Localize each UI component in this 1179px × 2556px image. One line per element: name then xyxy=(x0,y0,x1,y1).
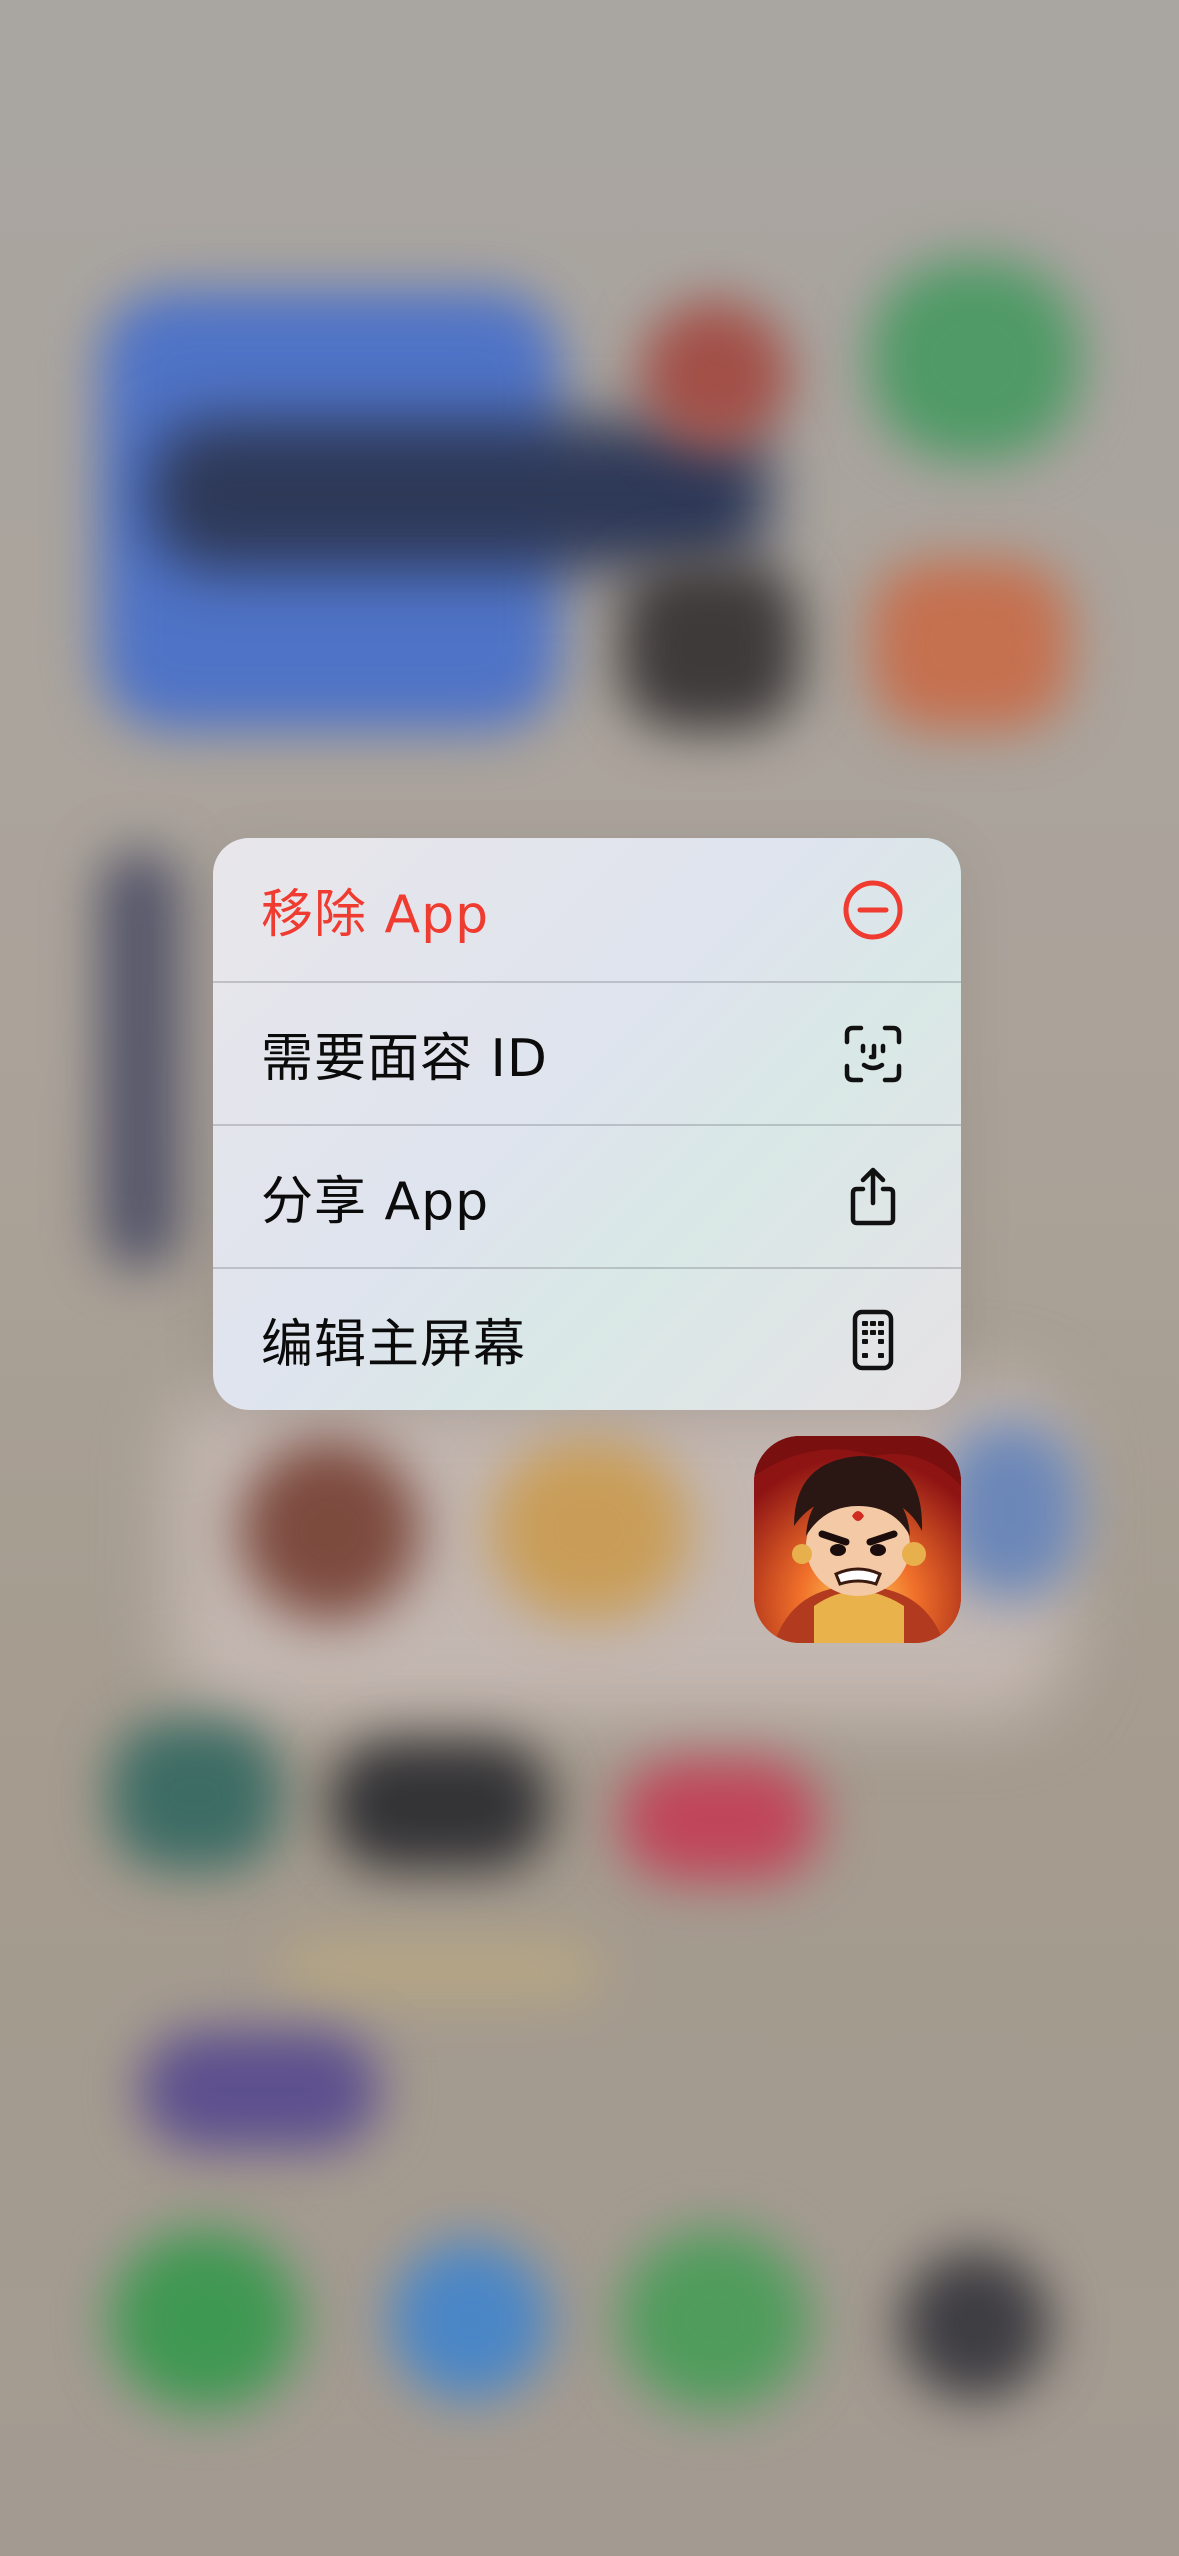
blurred-app-icon xyxy=(140,2030,380,2150)
share-app-menu-item[interactable]: 分享 App xyxy=(213,1124,961,1267)
blurred-app-icon xyxy=(490,1440,690,1620)
menu-item-label: 编辑主屏幕 xyxy=(261,1315,527,1375)
app-context-menu: 移除 App 需要面容 ID 分享 App 编辑主屏幕 xyxy=(213,838,961,1410)
edit-home-screen-menu-item[interactable]: 编辑主屏幕 xyxy=(213,1267,961,1410)
blurred-dock-icon xyxy=(620,2230,810,2410)
require-face-id-menu-item[interactable]: 需要面容 ID xyxy=(213,981,961,1124)
game-hero-app-icon[interactable] xyxy=(754,1436,961,1643)
blurred-app-icon xyxy=(870,260,1080,460)
blurred-app-icon xyxy=(330,1740,550,1870)
share-icon xyxy=(841,1165,905,1229)
blurred-app-icon xyxy=(940,1420,1080,1600)
menu-item-label: 移除 App xyxy=(261,885,490,945)
blurred-label xyxy=(280,1940,600,2000)
minus-circle-icon xyxy=(841,878,905,942)
phone-apps-icon xyxy=(841,1308,905,1372)
blurred-app-icon xyxy=(240,1440,420,1620)
blurred-app-icon xyxy=(620,1760,820,1880)
blurred-dock-icon xyxy=(390,2240,550,2400)
blurred-widget xyxy=(100,850,180,1270)
face-id-icon xyxy=(841,1022,905,1086)
blurred-app-icon xyxy=(640,300,790,450)
menu-item-label: 分享 App xyxy=(261,1172,490,1232)
blurred-widget-text xyxy=(150,420,770,570)
blurred-dock-icon xyxy=(110,2230,300,2410)
blurred-app-icon xyxy=(870,560,1070,730)
remove-app-menu-item[interactable]: 移除 App xyxy=(213,838,961,981)
blurred-app-icon xyxy=(620,560,800,730)
menu-item-label: 需要面容 ID xyxy=(261,1029,548,1089)
blurred-dock-icon xyxy=(900,2250,1050,2400)
blurred-app-icon xyxy=(110,1720,280,1870)
